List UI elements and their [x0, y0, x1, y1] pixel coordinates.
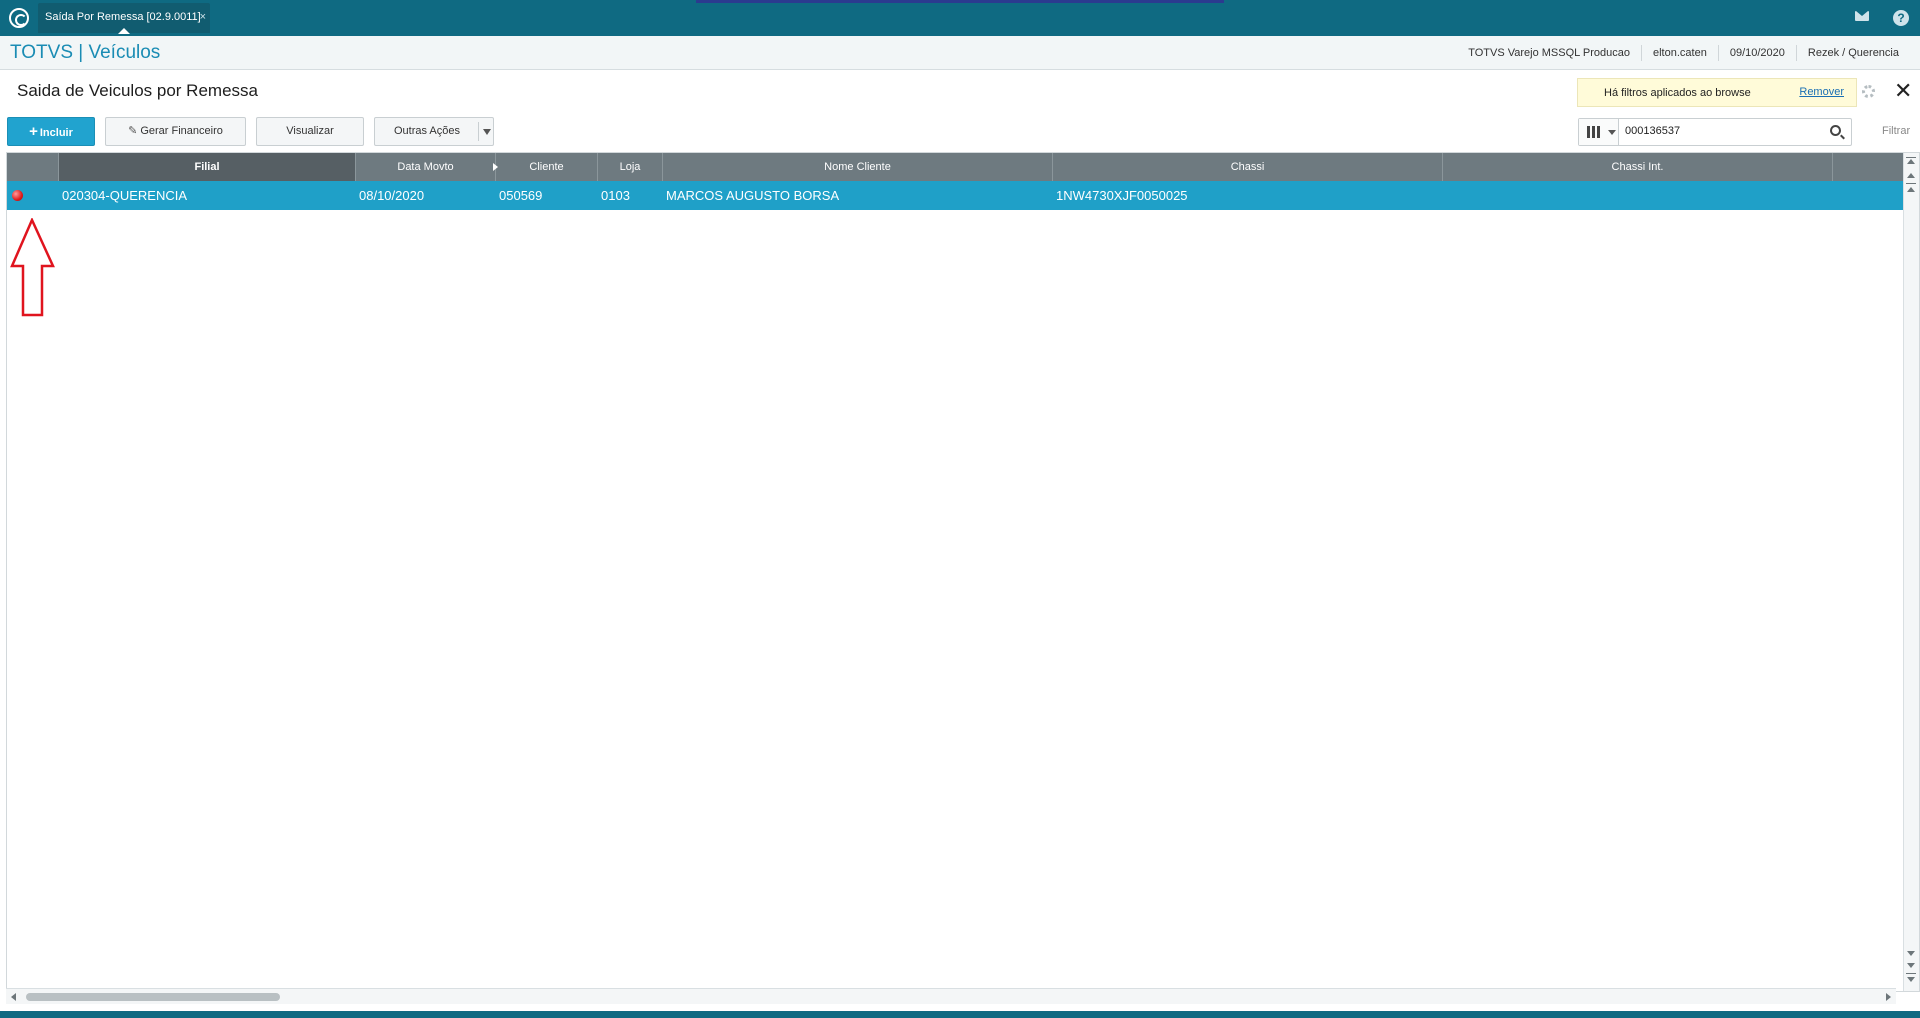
app-brand: TOTVS | Veículos [10, 42, 161, 63]
cell-chassi: 1NW4730XJF0050025 [1056, 188, 1188, 203]
filter-button[interactable]: Filtrar [1882, 125, 1910, 137]
search-input[interactable]: 000136537 [1625, 125, 1680, 137]
dropdown-separator [478, 122, 479, 141]
search-icon[interactable] [1830, 125, 1841, 136]
visualizar-button[interactable]: Visualizar [256, 117, 364, 146]
vertical-scrollbar[interactable] [1903, 153, 1919, 991]
column-header-chassi[interactable]: Chassi [1053, 153, 1443, 181]
bottom-bar [0, 1011, 1920, 1018]
top-tab-bar: Saída Por Remessa [02.9.0011] × ? [0, 0, 1920, 36]
search-box: 000136537 [1578, 118, 1852, 146]
horizontal-scroll-thumb[interactable] [26, 993, 280, 1001]
help-icon[interactable]: ? [1893, 10, 1909, 26]
tab-close-icon[interactable]: × [200, 3, 206, 31]
incluir-button[interactable]: + Incluir [7, 117, 95, 146]
status-red-icon[interactable] [12, 190, 23, 201]
column-header-nome-cliente[interactable]: Nome Cliente [663, 153, 1053, 181]
close-icon[interactable]: ✕ [1894, 80, 1912, 102]
cell-nome-cliente: MARCOS AUGUSTO BORSA [666, 188, 840, 203]
company-label: Rezek / Querencia [1795, 45, 1910, 61]
cell-chassi-int [1443, 181, 1446, 210]
date-label: 09/10/2020 [1717, 45, 1796, 61]
page-title: Saida de Veiculos por Remessa [17, 81, 258, 100]
column-header-loja[interactable]: Loja [598, 153, 663, 181]
gerar-financeiro-button[interactable]: ✎ Gerar Financeiro [105, 117, 246, 146]
remove-filters-link[interactable]: Remover [1799, 86, 1844, 98]
cell-data-movto: 08/10/2020 [359, 188, 425, 203]
session-info: TOTVS Varejo MSSQL Producao elton.caten … [1457, 36, 1910, 70]
grid-header: Filial Data Movto Cliente Loja Nome Clie… [7, 153, 1903, 181]
column-header-status[interactable] [7, 153, 59, 181]
horizontal-scrollbar[interactable] [6, 988, 1896, 1004]
gear-icon[interactable] [1862, 85, 1875, 98]
visualizar-label: Visualizar [286, 125, 334, 137]
cell-cliente: 050569 [499, 188, 543, 203]
filter-notice: Há filtros aplicados ao browse Remover [1577, 78, 1857, 107]
columns-icon[interactable] [1579, 119, 1619, 145]
gerar-financeiro-label: Gerar Financeiro [140, 125, 223, 137]
incluir-label: Incluir [39, 127, 73, 139]
data-grid: Filial Data Movto Cliente Loja Nome Clie… [6, 152, 1920, 992]
environment-label: TOTVS Varejo MSSQL Producao [1468, 47, 1630, 59]
cell-loja: 0103 [601, 188, 630, 203]
tab-saida-por-remessa[interactable]: Saída Por Remessa [02.9.0011] × [38, 3, 210, 34]
filter-notice-text: Há filtros aplicados ao browse [1604, 87, 1751, 99]
column-header-cliente[interactable]: Cliente [496, 153, 598, 181]
cell-filial: 020304-QUERENCIA [62, 188, 187, 203]
column-header-chassi-int[interactable]: Chassi Int. [1443, 153, 1833, 181]
mail-icon[interactable] [1855, 11, 1869, 21]
outras-acoes-button[interactable]: Outras Ações [374, 117, 494, 146]
chevron-down-icon [483, 129, 491, 135]
scroll-left-icon[interactable] [11, 993, 16, 1001]
plus-icon: + [29, 123, 38, 140]
user-label: elton.caten [1641, 45, 1718, 61]
window-strip [696, 0, 1224, 3]
outras-acoes-label: Outras Ações [393, 125, 461, 137]
totvs-logo-icon[interactable] [9, 8, 29, 28]
column-header-filial[interactable]: Filial [59, 153, 356, 181]
scroll-right-icon[interactable] [1886, 993, 1891, 1001]
column-header-data-movto[interactable]: Data Movto [356, 153, 496, 181]
tab-label: Saída Por Remessa [02.9.0011] [45, 11, 201, 23]
tab-active-indicator [118, 28, 130, 34]
app-header: TOTVS | Veículos TOTVS Varejo MSSQL Prod… [0, 36, 1920, 70]
annotation-arrow-icon [10, 218, 55, 317]
pencil-icon: ✎ [128, 125, 138, 137]
table-row[interactable]: 020304-QUERENCIA 08/10/2020 050569 0103 … [7, 181, 1903, 210]
